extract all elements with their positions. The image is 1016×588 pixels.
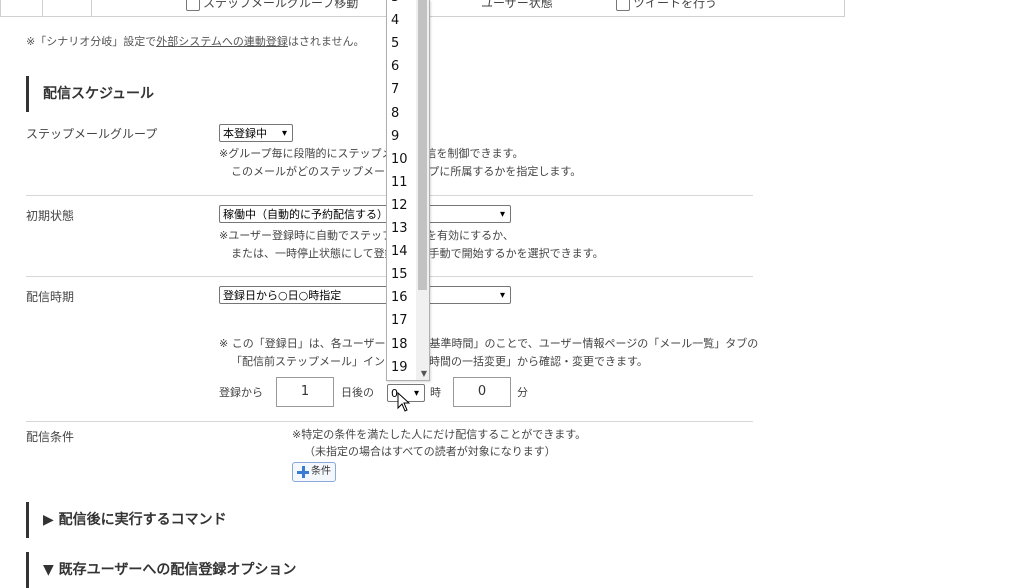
step-group-move-label: ステップメールグループ移動 <box>203 0 359 10</box>
timing-select[interactable]: 登録日から○日○時指定 ▾ <box>219 286 511 304</box>
step-group-label: ステップメールグループ <box>26 127 158 141</box>
hour-dropdown-list: 3 4 5 6 7 8 9 10 11 12 13 14 15 16 17 18 19 ▼ <box>386 0 430 381</box>
hour-option[interactable]: 14 <box>391 242 408 262</box>
external-system-link[interactable]: 外部システムへの連動登録 <box>156 35 288 48</box>
hour-option[interactable]: 17 <box>391 311 408 331</box>
schedule-section-title: 配信スケジュール <box>26 76 154 112</box>
user-state-label: ユーザー状態 <box>481 0 553 10</box>
timing-select-value: 登録日から○日○時指定 <box>223 289 342 302</box>
hour-option[interactable]: 6 <box>391 57 399 77</box>
from-registration-label: 登録から <box>219 386 263 399</box>
condition-help-2: （未指定の場合はすべての読者が対象になります） <box>304 445 556 458</box>
hour-option[interactable]: 19 <box>391 358 408 378</box>
initial-state-help-1: ※ユーザー登録時に自動でステップメールを有効にするか、 <box>219 229 514 242</box>
hour-option[interactable]: 4 <box>391 11 399 31</box>
step-group-select-value: 本登録中 <box>223 127 267 140</box>
hour-option[interactable]: 11 <box>391 173 408 193</box>
chevron-down-icon: ▾ <box>499 209 505 220</box>
hour-option[interactable]: 18 <box>391 335 408 355</box>
chevron-down-icon: ▾ <box>499 290 505 301</box>
minute-unit-label: 分 <box>517 386 528 399</box>
step-group-select[interactable]: 本登録中 ▾ <box>219 124 293 142</box>
initial-state-select[interactable]: 稼働中（自動的に予約配信する） ▾ <box>219 205 511 223</box>
hour-option[interactable]: 5 <box>391 34 399 54</box>
hour-option[interactable]: 8 <box>391 104 399 124</box>
minute-input[interactable]: 0 <box>453 377 511 407</box>
existing-users-section-toggle[interactable]: ▼ 既存ユーザーへの配信登録オプション <box>26 552 296 588</box>
days-input[interactable]: 1 <box>276 377 334 407</box>
step-group-help-1: ※グループ毎に段階的にステップメール配信を制御できます。 <box>219 147 524 160</box>
timing-label: 配信時期 <box>26 290 75 304</box>
add-condition-label: 条件 <box>311 466 331 477</box>
mouse-cursor-icon <box>397 392 411 412</box>
chevron-down-icon: ▾ <box>281 128 287 139</box>
scrollbar-thumb[interactable] <box>418 0 427 290</box>
dropdown-scrollbar[interactable]: ▼ <box>416 0 429 380</box>
table-divider <box>42 0 43 16</box>
hour-option[interactable]: 7 <box>391 80 399 100</box>
hour-option[interactable]: 16 <box>391 288 408 308</box>
row-divider <box>26 421 753 422</box>
note-prefix: ※「シナリオ分岐」設定で <box>26 35 157 48</box>
hour-option[interactable]: 13 <box>391 219 408 239</box>
initial-state-label: 初期状態 <box>26 209 75 223</box>
condition-label: 配信条件 <box>26 430 75 444</box>
condition-help-1: ※特定の条件を満たした人にだけ配信することができます。 <box>292 428 587 441</box>
after-command-section-toggle[interactable]: ▶ 配信後に実行するコマンド <box>26 502 227 538</box>
step-group-move-checkbox[interactable] <box>186 0 200 11</box>
note-suffix: はされません。 <box>287 35 365 48</box>
chevron-down-icon: ▾ <box>413 388 419 399</box>
table-divider <box>91 0 92 16</box>
hour-option[interactable]: 15 <box>391 265 408 285</box>
hour-option[interactable]: 12 <box>391 196 408 216</box>
hour-option[interactable]: 10 <box>391 150 408 170</box>
tweet-checkbox[interactable] <box>616 0 630 11</box>
tweet-label: ツイートを行う <box>633 0 718 10</box>
hour-option[interactable]: 9 <box>391 127 399 147</box>
days-after-label: 日後の <box>341 386 374 399</box>
plus-icon <box>297 466 309 478</box>
add-condition-button[interactable]: 条件 <box>292 462 336 482</box>
timing-help-1: ※ この「登録日」は、各ユーザーの「配信基準時間」のことで、ユーザー情報ページの… <box>219 337 759 350</box>
scenario-branch-note: ※「シナリオ分岐」設定で外部システムへの連動登録はされません。 <box>26 33 365 49</box>
timing-help-2: 「配信前ステップメール」インの「配信時間の一括変更」から確認・変更できます。 <box>231 355 648 368</box>
hour-option[interactable]: 3 <box>391 0 399 8</box>
initial-state-select-value: 稼働中（自動的に予約配信する） <box>223 208 388 221</box>
scroll-down-icon[interactable]: ▼ <box>421 369 427 378</box>
hour-unit-label: 時 <box>430 386 441 399</box>
